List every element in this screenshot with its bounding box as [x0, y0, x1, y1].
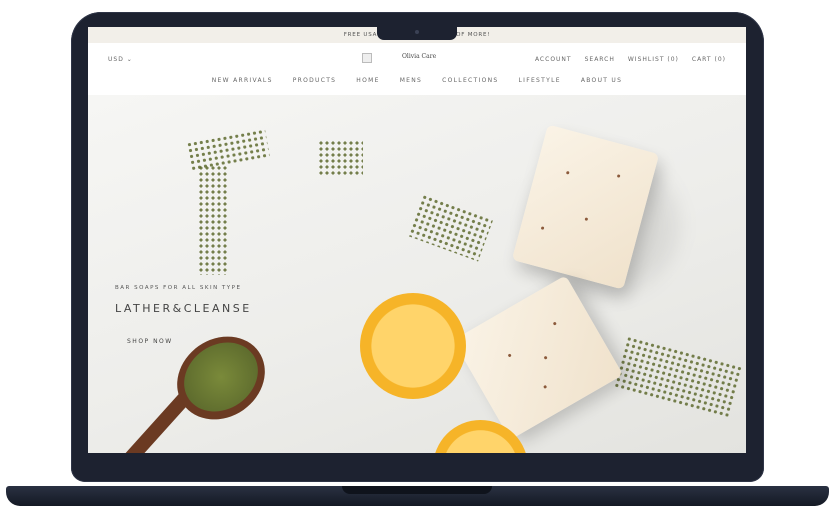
- nav-item-new-arrivals[interactable]: NEW ARRIVALS: [212, 77, 273, 84]
- speck: [616, 174, 621, 178]
- site-header: USD ⌄ Olivia Care ACCOUNT SEARCH WISHLIS…: [88, 43, 746, 95]
- nav-item-collections[interactable]: COLLECTIONS: [442, 77, 498, 84]
- speck: [584, 217, 589, 221]
- laptop-base-lip: [342, 486, 492, 494]
- nav-item-about-us[interactable]: ABOUT US: [581, 77, 622, 84]
- search-link[interactable]: SEARCH: [585, 56, 615, 63]
- speck: [565, 170, 570, 175]
- speck: [543, 384, 548, 389]
- lemon-slice: [360, 293, 466, 399]
- camera-icon: [415, 30, 419, 34]
- speck: [540, 226, 545, 230]
- laptop-screen: FREE USA DOOMEST — OF $100 OF MORE! USD …: [88, 27, 746, 453]
- nav-item-home[interactable]: HOME: [356, 77, 379, 84]
- herb-scatter: [318, 140, 363, 175]
- currency-label: USD: [108, 56, 124, 63]
- hero-banner: BAR SOAPS FOR ALL SKIN TYPE LATHER&CLEAN…: [88, 95, 746, 453]
- nav-item-lifestyle[interactable]: LIFESTYLE: [519, 77, 561, 84]
- cart-link[interactable]: CART (0): [692, 56, 726, 63]
- spoon-herbs: [170, 328, 272, 426]
- chevron-down-icon: ⌄: [126, 56, 133, 63]
- herb-scatter: [407, 193, 494, 262]
- speck: [543, 355, 548, 360]
- herb-scatter: [198, 165, 228, 275]
- wishlist-link[interactable]: WISHLIST (0): [628, 56, 679, 63]
- herb-scatter: [612, 335, 744, 420]
- utility-nav: ACCOUNT SEARCH WISHLIST (0) CART (0): [535, 56, 726, 63]
- speck: [552, 321, 557, 326]
- nav-item-products[interactable]: PRODUCTS: [293, 77, 337, 84]
- shop-now-button[interactable]: SHOP NOW: [127, 338, 173, 345]
- account-link[interactable]: ACCOUNT: [535, 56, 572, 63]
- soap-bar: [452, 275, 624, 440]
- hero-headline: LATHER&CLEANSE: [115, 302, 252, 315]
- currency-selector[interactable]: USD ⌄: [108, 56, 133, 63]
- speck: [507, 353, 512, 358]
- site-logo[interactable]: Olivia Care: [362, 53, 472, 67]
- nav-item-mens[interactable]: MENS: [400, 77, 422, 84]
- logo-text: Olivia Care: [402, 53, 437, 60]
- broken-image-icon: [362, 53, 372, 63]
- hero-eyebrow: BAR SOAPS FOR ALL SKIN TYPE: [115, 285, 242, 291]
- main-nav: NEW ARRIVALS PRODUCTS HOME MENS COLLECTI…: [88, 77, 746, 84]
